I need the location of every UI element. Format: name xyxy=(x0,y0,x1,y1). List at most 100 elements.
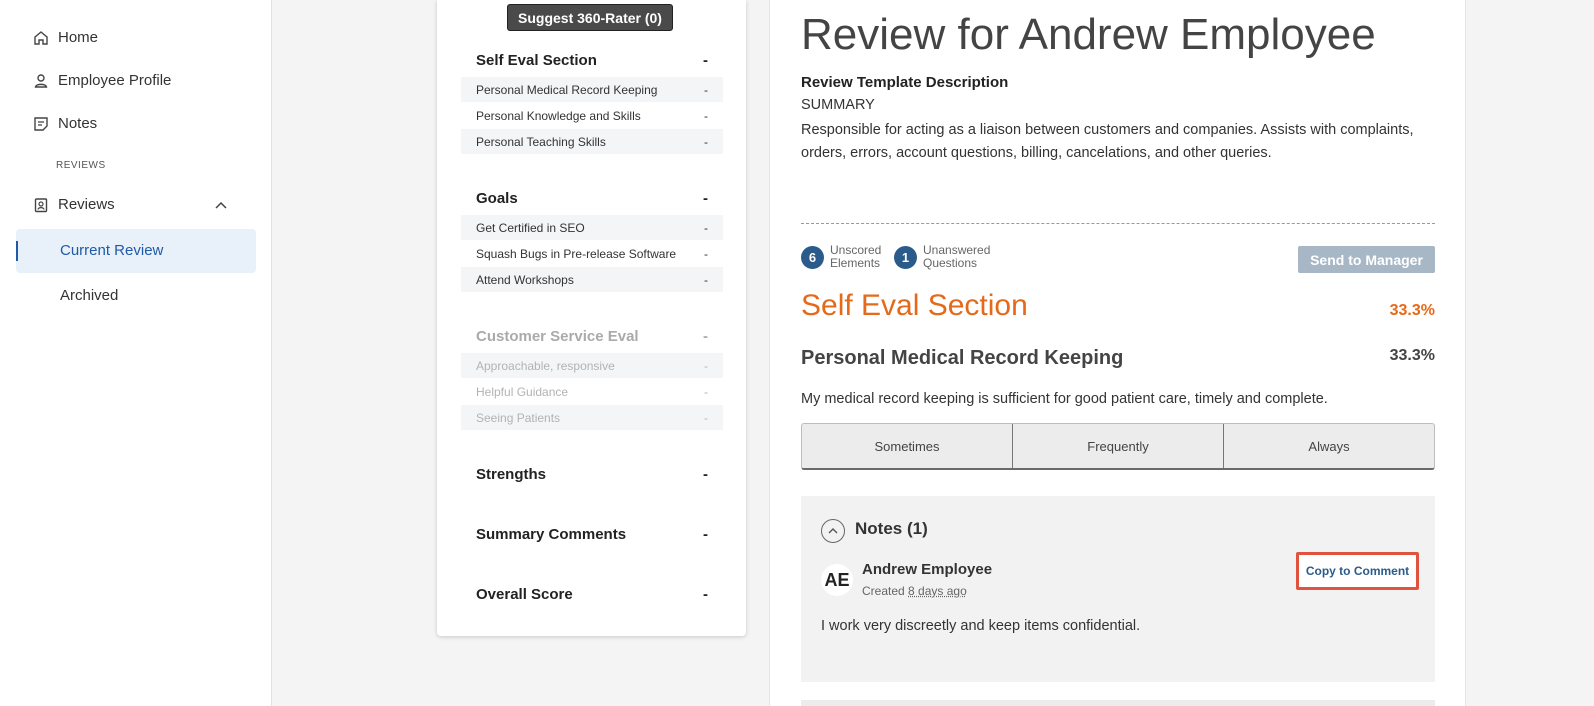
nav-section-label: REVIEWS xyxy=(56,160,106,171)
note-author: Andrew Employee xyxy=(862,561,993,578)
copy-to-comment-button[interactable]: Copy to Comment xyxy=(1296,552,1419,590)
outline-item[interactable]: Personal Knowledge and Skills - xyxy=(461,103,723,128)
home-icon xyxy=(34,30,48,45)
sidebar-nav: Home Employee Profile Notes REVIEWS Revi… xyxy=(0,0,272,706)
template-description-label: Review Template Description xyxy=(801,74,1009,91)
note-created-time: 8 days ago xyxy=(908,584,967,598)
outline-section-title: Self Eval Section xyxy=(476,52,597,69)
note-created-prefix: Created xyxy=(862,584,905,598)
section-title: Self Eval Section xyxy=(801,289,1028,322)
outline-section-title: Overall Score xyxy=(476,586,573,603)
outline-item-label: Attend Workshops xyxy=(476,272,574,287)
copy-to-comment-label: Copy to Comment xyxy=(1305,564,1410,578)
unanswered-label: Unanswered Questions xyxy=(923,244,990,270)
outline-item-score: - xyxy=(704,108,708,123)
outline-item: Approachable, responsive - xyxy=(461,353,723,378)
nav-home-label: Home xyxy=(58,29,99,46)
outline-section-title: Customer Service Eval xyxy=(476,328,639,345)
nav-item-reviews[interactable]: Reviews xyxy=(33,196,229,213)
outline-section-summary-comments[interactable]: Summary Comments - xyxy=(476,526,708,543)
nav-current-review-label: Current Review xyxy=(60,242,164,259)
note-icon xyxy=(34,116,48,131)
divider xyxy=(801,223,1435,224)
avatar: AE xyxy=(821,564,853,596)
outline-section-title: Goals xyxy=(476,190,518,207)
outline-item: Seeing Patients - xyxy=(461,405,723,430)
outline-section-score: - xyxy=(703,466,708,483)
outline-item-label: Personal Knowledge and Skills xyxy=(476,108,641,123)
outline-item-label: Squash Bugs in Pre-release Software xyxy=(476,246,677,261)
choice-always[interactable]: Always xyxy=(1224,424,1434,468)
outline-item-label: Get Certified in SEO xyxy=(476,220,585,235)
outline-section-title: Summary Comments xyxy=(476,526,627,543)
suggest-360-rater-button[interactable]: Suggest 360-Rater (0) xyxy=(507,4,673,31)
outline-section-score: - xyxy=(703,328,708,345)
nav-employee-profile-label: Employee Profile xyxy=(58,72,172,89)
send-to-manager-button[interactable]: Send to Manager xyxy=(1298,246,1435,273)
outline-item-score: - xyxy=(704,272,708,287)
collapse-toggle[interactable] xyxy=(821,519,845,543)
review-outline-panel: Suggest 360-Rater (0) Self Eval Section … xyxy=(437,0,746,636)
outline-section-score: - xyxy=(703,586,708,603)
note-created: Created 8 days ago xyxy=(862,584,967,598)
outline-item-score: - xyxy=(704,82,708,97)
outline-section-customer-service: Customer Service Eval - xyxy=(476,328,708,345)
outline-section-overall-score[interactable]: Overall Score - xyxy=(476,586,708,603)
question-percent: 33.3% xyxy=(1389,347,1435,364)
outline-item[interactable]: Personal Medical Record Keeping - xyxy=(461,77,723,102)
outline-item: Helpful Guidance - xyxy=(461,379,723,404)
outline-section-title: Strengths xyxy=(476,466,547,483)
outline-section-strengths[interactable]: Strengths - xyxy=(476,466,708,483)
notes-title: Notes (1) xyxy=(855,519,928,538)
outline-item-score: - xyxy=(704,134,708,149)
outline-item-score: - xyxy=(704,246,708,261)
nav-item-archived[interactable]: Archived xyxy=(60,287,118,304)
outline-item-score: - xyxy=(704,384,708,399)
summary-heading: SUMMARY xyxy=(801,97,875,113)
choice-sometimes[interactable]: Sometimes xyxy=(802,424,1013,468)
notes-panel: Notes (1) AE Andrew Employee Created 8 d… xyxy=(801,496,1435,682)
chevron-up-icon xyxy=(828,528,838,534)
unanswered-questions-indicator: 1 Unanswered Questions xyxy=(894,244,990,270)
outline-item[interactable]: Squash Bugs in Pre-release Software - xyxy=(461,241,723,266)
outline-item-label: Seeing Patients xyxy=(476,410,561,425)
outline-section-score: - xyxy=(703,190,708,207)
note-body: I work very discreetly and keep items co… xyxy=(821,618,1141,634)
nav-notes-label: Notes xyxy=(58,115,98,132)
active-indicator xyxy=(16,241,18,261)
outline-item-score: - xyxy=(704,220,708,235)
person-icon xyxy=(34,73,48,88)
outline-section-score: - xyxy=(703,52,708,69)
unscored-label-line2: Elements xyxy=(830,256,881,270)
outline-section-score: - xyxy=(703,526,708,543)
nav-item-notes[interactable]: Notes xyxy=(33,115,97,132)
outline-item-label: Personal Teaching Skills xyxy=(476,134,606,149)
nav-item-current-review[interactable]: Current Review xyxy=(16,229,256,273)
outline-item[interactable]: Attend Workshops - xyxy=(461,267,723,292)
outline-item-label: Helpful Guidance xyxy=(476,384,569,399)
outline-item[interactable]: Personal Teaching Skills - xyxy=(461,129,723,154)
outline-section-self-eval[interactable]: Self Eval Section - xyxy=(476,52,708,69)
nav-item-home[interactable]: Home xyxy=(33,29,98,46)
question-title: Personal Medical Record Keeping xyxy=(801,347,1124,369)
outline-item-score: - xyxy=(704,410,708,425)
unanswered-count-badge: 1 xyxy=(894,245,917,269)
unscored-label: Unscored Elements xyxy=(830,244,881,270)
review-main-panel: Review for Andrew Employee Review Templa… xyxy=(769,0,1466,706)
rating-choices: Sometimes Frequently Always xyxy=(801,423,1435,470)
outline-item-label: Personal Medical Record Keeping xyxy=(476,82,658,97)
chevron-up-icon[interactable] xyxy=(213,197,229,213)
next-card-edge xyxy=(801,700,1435,706)
nav-item-employee-profile[interactable]: Employee Profile xyxy=(33,72,171,89)
question-text: My medical record keeping is sufficient … xyxy=(801,391,1328,407)
outline-section-goals[interactable]: Goals - xyxy=(476,190,708,207)
outline-item-score: - xyxy=(704,358,708,373)
nav-reviews-label: Reviews xyxy=(58,196,115,213)
unanswered-label-line2: Questions xyxy=(923,256,978,270)
choice-frequently[interactable]: Frequently xyxy=(1013,424,1224,468)
outline-item[interactable]: Get Certified in SEO - xyxy=(461,215,723,240)
outline-item-label: Approachable, responsive xyxy=(476,358,615,373)
unscored-elements-indicator: 6 Unscored Elements xyxy=(801,244,881,270)
clipboard-person-icon xyxy=(34,197,48,212)
template-description: Responsible for acting as a liaison betw… xyxy=(801,122,1414,161)
